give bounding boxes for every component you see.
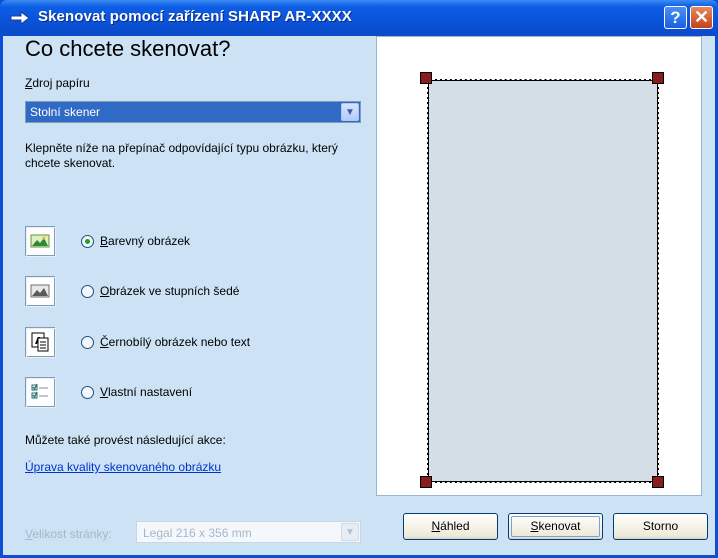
instruction-text: Klepněte níže na přepínač odpovídající t… — [25, 141, 338, 170]
page-size-select[interactable]: Legal 216 x 356 mm ▼ — [136, 521, 361, 543]
title-bar[interactable]: Skenovat pomocí zařízení SHARP AR-XXXX ?… — [0, 0, 718, 36]
window-title: Skenovat pomocí zařízení SHARP AR-XXXX — [38, 8, 352, 25]
crop-handle-bottom-left[interactable] — [420, 476, 432, 488]
option-color-label[interactable]: Barevný obrázek — [100, 234, 190, 248]
grayscale-picture-icon[interactable] — [25, 276, 56, 307]
svg-text:A: A — [35, 336, 43, 347]
adjust-quality-link[interactable]: Úprava kvality skenovaného obrázku — [25, 460, 221, 474]
radio-custom[interactable] — [81, 386, 94, 399]
chevron-down-icon[interactable]: ▼ — [341, 103, 359, 121]
help-button[interactable]: ? — [664, 6, 687, 29]
paper-source-label: Zdroj papíru — [25, 76, 90, 90]
paper-source-value: Stolní skener — [30, 105, 101, 119]
page-size-value: Legal 216 x 356 mm — [143, 526, 252, 540]
close-button[interactable]: ✕ — [690, 6, 713, 29]
crop-handle-top-left[interactable] — [420, 72, 432, 84]
page-title: Co chcete skenovat? — [25, 36, 231, 61]
page-size-label: Velikost stránky: — [25, 527, 112, 541]
radio-grayscale[interactable] — [81, 285, 94, 298]
option-grayscale-label[interactable]: Obrázek ve stupních šedé — [100, 284, 239, 298]
radio-black-white[interactable] — [81, 336, 94, 349]
scan-dialog: Skenovat pomocí zařízení SHARP AR-XXXX ?… — [0, 0, 718, 558]
preview-button[interactable]: Náhled — [403, 513, 498, 540]
crop-handle-top-right[interactable] — [652, 72, 664, 84]
scanner-arrow-icon — [10, 11, 30, 25]
radio-color[interactable] — [81, 235, 94, 248]
cancel-button[interactable]: Storno — [613, 513, 708, 540]
option-custom-label[interactable]: Vlastní nastavení — [100, 385, 192, 399]
custom-settings-icon[interactable] — [25, 377, 56, 408]
scan-button[interactable]: Skenovat — [508, 513, 603, 540]
black-white-text-icon[interactable]: A — [25, 327, 56, 358]
option-black-white-label[interactable]: Černobílý obrázek nebo text — [100, 335, 250, 349]
crop-handle-bottom-right[interactable] — [652, 476, 664, 488]
color-picture-icon[interactable] — [25, 226, 56, 257]
scan-page-area[interactable] — [427, 79, 659, 483]
chevron-down-icon[interactable]: ▼ — [341, 523, 359, 541]
also-actions-text: Můžete také provést následující akce: — [25, 433, 226, 447]
paper-source-select[interactable]: Stolní skener ▼ — [25, 101, 361, 123]
